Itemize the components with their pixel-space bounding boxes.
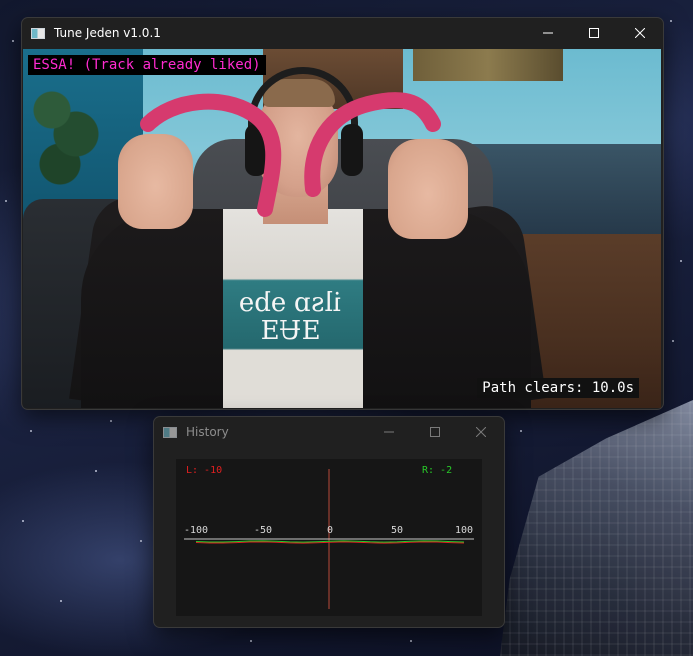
spaceship-wallpaper-art	[500, 400, 693, 656]
history-window-title: History	[186, 425, 229, 439]
history-minimize-button[interactable]	[366, 417, 412, 447]
history-window[interactable]: History L: -10 R: -2 -100 -50 0 50 100	[153, 416, 505, 628]
x-tick-label: -100	[184, 525, 208, 536]
camera-feed: ilsɒ ɘbɘ ƎɄƎ ESSA! (Track already liked)…	[23, 49, 661, 408]
main-titlebar[interactable]: Tune Jeden v1.0.1	[22, 18, 663, 48]
status-overlay: ESSA! (Track already liked)	[28, 55, 266, 75]
x-tick-label: 100	[455, 525, 473, 536]
x-tick-label: 50	[391, 525, 403, 536]
left-value-label: L: -10	[186, 465, 222, 476]
maximize-icon	[430, 427, 440, 437]
history-maximize-button[interactable]	[412, 417, 458, 447]
close-icon	[476, 427, 486, 437]
maximize-icon	[589, 28, 599, 38]
minimize-icon	[384, 431, 394, 433]
window-title: Tune Jeden v1.0.1	[54, 26, 161, 40]
history-app-icon	[163, 426, 177, 438]
right-value-label: R: -2	[422, 465, 452, 476]
maximize-button[interactable]	[571, 18, 617, 48]
path-clears-overlay: Path clears: 10.0s	[477, 378, 639, 398]
minimize-icon	[543, 32, 553, 34]
right-gesture-stroke	[304, 92, 441, 197]
history-plot: L: -10 R: -2 -100 -50 0 50 100	[176, 459, 482, 616]
main-window[interactable]: Tune Jeden v1.0.1 ilsɒ ɘbɘ ƎɄƎ ESSA! (Tr…	[21, 17, 664, 410]
x-tick-label: -50	[254, 525, 272, 536]
close-icon	[635, 28, 645, 38]
history-chart: L: -10 R: -2 -100 -50 0 50 100	[184, 465, 474, 609]
gesture-path-strokes	[140, 92, 441, 217]
minimize-button[interactable]	[525, 18, 571, 48]
left-gesture-stroke	[140, 93, 282, 217]
close-button[interactable]	[617, 18, 663, 48]
x-tick-label: 0	[327, 525, 333, 536]
history-titlebar[interactable]: History	[154, 417, 504, 447]
app-icon	[31, 27, 45, 39]
history-close-button[interactable]	[458, 417, 504, 447]
